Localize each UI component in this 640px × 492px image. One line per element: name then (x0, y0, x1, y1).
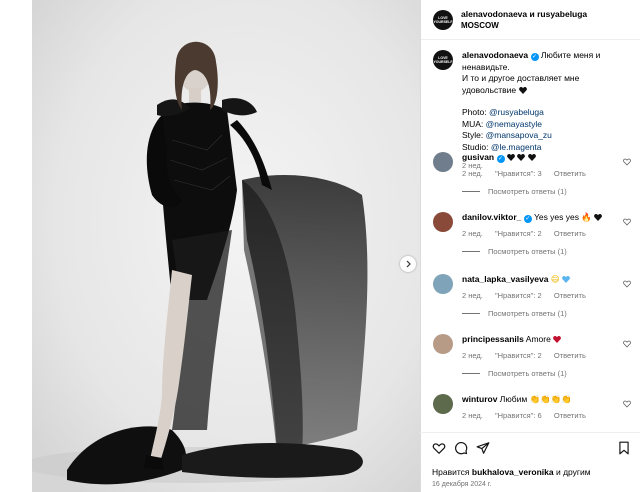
black-heart-emoji-icon (527, 154, 536, 161)
view-replies-button[interactable]: Посмотреть ответы (1) (462, 309, 632, 318)
verified-badge-icon: ✓ (496, 155, 505, 163)
comment-item: nata_lapka_vasilyeva 😄 2 нед. "Нравится"… (433, 274, 637, 318)
comment-likes[interactable]: "Нравится": 2 (495, 351, 542, 360)
verified-badge-icon: ✓ (530, 53, 539, 61)
black-heart-emoji-icon (594, 214, 603, 221)
post-side-panel: LOVE YOURSELF alenavodonaeva и rusyabelu… (420, 0, 640, 492)
view-replies-label[interactable]: Посмотреть ответы (1) (488, 369, 567, 378)
comment-username[interactable]: nata_lapka_vasilyeva (462, 274, 548, 284)
blue-heart-emoji-icon (562, 276, 571, 283)
next-photo-button[interactable] (400, 256, 416, 272)
like-comment-heart-icon[interactable] (623, 280, 631, 288)
commenter-avatar[interactable] (433, 152, 453, 172)
style-credit-label: Style: (462, 130, 486, 140)
commenter-avatar[interactable] (433, 394, 453, 414)
comment-item: principessanils Amore 2 нед. "Нравится":… (433, 334, 637, 378)
fire-emoji-icon: 🔥 (581, 212, 592, 222)
caption-username[interactable]: alenavodonaeva (462, 50, 528, 60)
smile-emoji-icon: 😄 (550, 274, 560, 284)
reply-button[interactable]: Ответить (554, 169, 586, 178)
comment-bubble-icon[interactable] (454, 441, 468, 455)
bookmark-icon[interactable] (618, 441, 630, 455)
likes-prefix: Нравится (432, 467, 472, 477)
comment-item: gusivan ✓ 2 нед. "Нравится": 3 Ответить … (433, 152, 637, 196)
clap-emoji-icon: 👏👏👏👏 (529, 394, 572, 404)
replies-divider (462, 313, 480, 314)
comment-likes[interactable]: "Нравится": 2 (495, 229, 542, 238)
commenter-avatar[interactable] (433, 212, 453, 232)
photo-credit-label: Photo: (462, 107, 489, 117)
like-comment-heart-icon[interactable] (623, 400, 631, 408)
reply-button[interactable]: Ответить (554, 291, 586, 300)
author-avatar[interactable]: LOVE YOURSELF (433, 9, 453, 30)
black-heart-emoji-icon (518, 86, 527, 94)
chevron-right-icon (406, 260, 411, 268)
comment-item: winturov Любим 👏👏👏👏 2 нед. "Нравится": 6… (433, 394, 637, 420)
black-heart-emoji-icon (506, 154, 515, 161)
studio-credit-link[interactable]: @le.magenta (491, 142, 542, 152)
view-replies-button[interactable]: Посмотреть ответы (1) (462, 187, 632, 196)
comment-username[interactable]: principessanils (462, 334, 524, 344)
post-actions: Нравится bukhalova_veronika и другим 16 … (420, 432, 640, 492)
fashion-photo-image (32, 0, 420, 492)
likes-username[interactable]: bukhalova_veronika (472, 467, 554, 477)
likes-suffix[interactable]: и другим (554, 467, 591, 477)
like-comment-heart-icon[interactable] (623, 340, 631, 348)
mua-credit-link[interactable]: @nemayastyle (486, 119, 542, 129)
post-header: LOVE YOURSELF alenavodonaeva и rusyabelu… (421, 0, 640, 40)
comment-time: 2 нед. (462, 351, 483, 360)
comment-time: 2 нед. (462, 291, 483, 300)
view-replies-button[interactable]: Посмотреть ответы (1) (462, 247, 632, 256)
commenter-avatar[interactable] (433, 274, 453, 294)
comment-time: 2 нед. (462, 169, 483, 178)
post-location[interactable]: MOSCOW (461, 20, 587, 32)
share-paper-plane-icon[interactable] (476, 441, 490, 455)
post-photo[interactable] (32, 0, 420, 492)
comment-text: Amore (525, 334, 551, 344)
comment-likes[interactable]: "Нравится": 2 (495, 291, 542, 300)
reply-button[interactable]: Ответить (554, 411, 586, 420)
like-comment-heart-icon[interactable] (623, 218, 631, 226)
post-authors[interactable]: alenavodonaeva и rusyabeluga (461, 8, 587, 20)
mua-credit-label: MUA: (462, 118, 486, 129)
avatar-logo-text: LOVE YOURSELF (433, 56, 453, 64)
comment-text: Любим (499, 394, 528, 404)
red-heart-emoji-icon (553, 336, 562, 343)
avatar-logo-text: LOVE YOURSELF (433, 15, 453, 24)
replies-divider (462, 373, 480, 374)
reply-button[interactable]: Ответить (554, 351, 586, 360)
verified-badge-icon: ✓ (523, 215, 532, 223)
view-replies-label[interactable]: Посмотреть ответы (1) (488, 187, 567, 196)
commenter-avatar[interactable] (433, 334, 453, 354)
view-replies-label[interactable]: Посмотреть ответы (1) (488, 247, 567, 256)
comment-likes[interactable]: "Нравится": 3 (495, 169, 542, 178)
comment-username[interactable]: danilov.viktor_ (462, 212, 521, 222)
black-heart-emoji-icon (517, 154, 526, 161)
reply-button[interactable]: Ответить (554, 229, 586, 238)
like-heart-icon[interactable] (432, 441, 446, 455)
comment-likes[interactable]: "Нравится": 6 (495, 411, 542, 420)
photo-credit-link[interactable]: @rusyabeluga (489, 107, 544, 117)
replies-divider (462, 191, 480, 192)
comment-item: danilov.viktor_ ✓ Yes yes yes 🔥 2 нед. "… (433, 212, 637, 256)
style-credit-link[interactable]: @mansapova_zu (486, 130, 552, 140)
likes-summary: Нравится bukhalova_veronika и другим (432, 467, 591, 477)
comment-text: Yes yes yes (533, 212, 579, 222)
replies-divider (462, 251, 480, 252)
like-comment-heart-icon[interactable] (623, 158, 631, 166)
view-replies-label[interactable]: Посмотреть ответы (1) (488, 309, 567, 318)
studio-credit-label: Studio: (462, 141, 491, 152)
comment-username[interactable]: winturov (462, 394, 497, 404)
view-replies-button[interactable]: Посмотреть ответы (1) (462, 369, 632, 378)
comment-username[interactable]: gusivan (462, 152, 494, 162)
comment-time: 2 нед. (462, 411, 483, 420)
caption-avatar[interactable]: LOVE YOURSELF (433, 50, 453, 70)
post-date: 16 декабря 2024 г. (432, 481, 492, 488)
comment-time: 2 нед. (462, 229, 483, 238)
left-gutter (0, 0, 32, 492)
